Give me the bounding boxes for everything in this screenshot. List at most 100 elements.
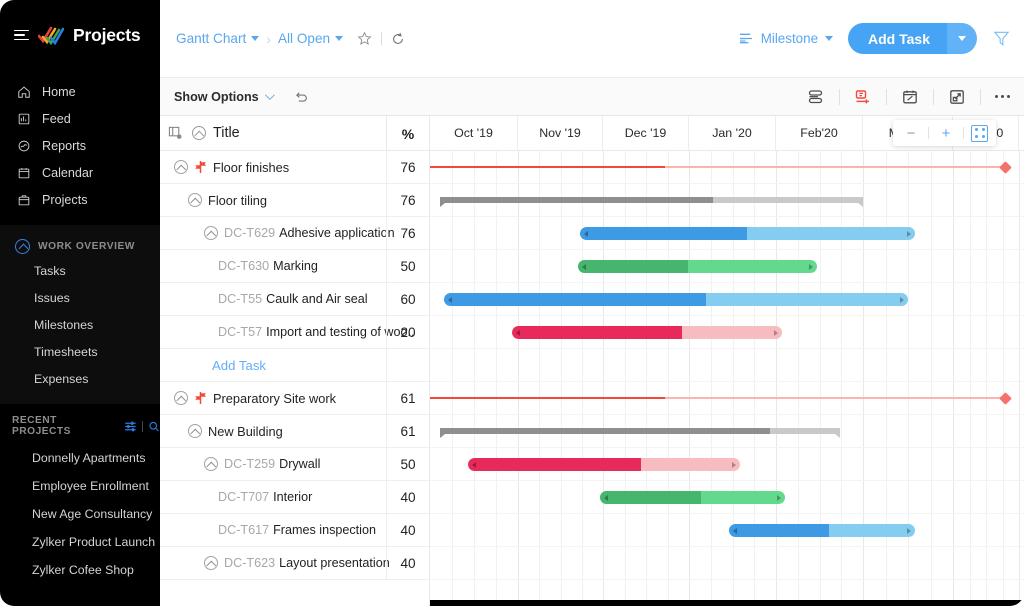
milestone-selector[interactable]: Milestone <box>739 31 834 46</box>
table-row[interactable]: Floor finishes 76 <box>160 151 429 184</box>
add-task-button[interactable]: Add Task <box>848 23 977 54</box>
add-task-row[interactable]: Add Task <box>160 349 429 382</box>
summary-bar[interactable] <box>440 428 840 438</box>
table-row[interactable]: DC-T630 Marking 50 <box>160 250 429 283</box>
task-bar[interactable] <box>578 260 817 273</box>
sidebar-item-expenses[interactable]: Expenses <box>0 365 160 392</box>
column-settings-icon[interactable] <box>168 126 183 140</box>
bar-left-handle-icon[interactable] <box>472 461 476 468</box>
chevron-up-circle-icon[interactable] <box>188 193 202 207</box>
expand-fullscreen-icon[interactable] <box>948 88 966 106</box>
timeline-row[interactable] <box>430 349 1024 382</box>
search-icon[interactable] <box>148 420 160 433</box>
task-bar[interactable] <box>468 458 740 471</box>
bar-right-handle-icon[interactable] <box>809 263 813 270</box>
table-row[interactable]: New Building 61 <box>160 415 429 448</box>
sidebar-item-home[interactable]: Home <box>0 78 160 105</box>
funnel-filter-icon[interactable] <box>993 30 1010 47</box>
chevron-up-circle-icon[interactable] <box>192 126 206 140</box>
table-row[interactable]: Preparatory Site work 61 <box>160 382 429 415</box>
bar-left-handle-icon[interactable] <box>733 527 737 534</box>
table-row[interactable]: DC-T629 Adhesive application 76 <box>160 217 429 250</box>
table-row[interactable]: DC-T55 Caulk and Air seal 60 <box>160 283 429 316</box>
sidebar-item-reports[interactable]: Reports <box>0 132 160 159</box>
milestone-progress-line[interactable] <box>430 397 1005 400</box>
bar-right-handle-icon[interactable] <box>777 494 781 501</box>
task-bar[interactable] <box>444 293 908 306</box>
sliders-filter-icon[interactable] <box>124 420 137 433</box>
bar-left-handle-icon[interactable] <box>582 263 586 270</box>
sidebar-item-issues[interactable]: Issues <box>0 284 160 311</box>
sidebar-item-feed[interactable]: Feed <box>0 105 160 132</box>
sidebar-item-calendar[interactable]: Calendar <box>0 159 160 186</box>
bar-right-handle-icon[interactable] <box>900 296 904 303</box>
task-bar-progress <box>580 227 747 240</box>
bar-left-handle-icon[interactable] <box>516 329 520 336</box>
task-bar[interactable] <box>580 227 915 240</box>
sidebar-item-projects[interactable]: Projects <box>0 186 160 213</box>
list-item[interactable]: Employee Enrollment <box>0 472 160 500</box>
sidebar-item-timesheets[interactable]: Timesheets <box>0 338 160 365</box>
reports-icon <box>18 140 30 151</box>
more-options-icon[interactable] <box>994 94 1010 99</box>
chevron-up-circle-icon[interactable] <box>204 226 218 240</box>
percent-cell: 40 <box>386 481 429 513</box>
breadcrumb-gantt-chart[interactable]: Gantt Chart <box>176 31 260 46</box>
bar-right-handle-icon[interactable] <box>732 461 736 468</box>
fit-to-screen-icon[interactable] <box>971 124 988 142</box>
refresh-icon[interactable] <box>391 32 405 46</box>
list-item[interactable]: Zylker Product Launch <box>0 528 160 556</box>
chevron-up-circle-icon[interactable] <box>204 556 218 570</box>
undo-arrow-icon[interactable] <box>294 90 309 103</box>
chevron-up-circle-icon[interactable] <box>188 424 202 438</box>
table-row[interactable]: DC-T623 Layout presentation 40 <box>160 547 429 580</box>
timeline-body[interactable] <box>430 151 1024 606</box>
bar-left-handle-icon[interactable] <box>448 296 452 303</box>
sidebar-item-label: Feed <box>42 111 71 126</box>
add-task-link[interactable]: Add Task <box>212 358 266 373</box>
bar-left-handle-icon[interactable] <box>604 494 608 501</box>
chevron-up-circle-icon[interactable] <box>174 160 188 174</box>
timeline-row[interactable] <box>430 514 1024 547</box>
chevron-down-icon <box>958 36 966 41</box>
bar-right-handle-icon[interactable] <box>774 329 778 336</box>
task-bar[interactable] <box>729 524 915 537</box>
milestone-progress-line[interactable] <box>430 166 1005 169</box>
star-outline-icon[interactable] <box>357 31 372 46</box>
table-row[interactable]: DC-T617 Frames inspection 40 <box>160 514 429 547</box>
critical-path-icon[interactable] <box>854 88 872 106</box>
calendar-edit-icon[interactable] <box>901 88 919 106</box>
milestone-completed-segment <box>430 166 665 169</box>
chevron-up-circle-icon[interactable] <box>204 457 218 471</box>
task-bar[interactable] <box>512 326 782 339</box>
sidebar-item-tasks[interactable]: Tasks <box>0 257 160 284</box>
zoom-out-button[interactable]: − <box>901 123 921 143</box>
chevron-up-circle-icon[interactable] <box>174 391 188 405</box>
list-item[interactable]: Zylker Cofee Shop <box>0 556 160 584</box>
summary-bar[interactable] <box>440 197 863 207</box>
task-bar[interactable] <box>600 491 785 504</box>
hamburger-menu-icon[interactable] <box>14 29 29 41</box>
table-row[interactable]: Floor tiling 76 <box>160 184 429 217</box>
zoom-in-button[interactable]: + <box>936 123 956 143</box>
table-row[interactable]: DC-T707 Interior 40 <box>160 481 429 514</box>
task-name: Frames inspection <box>273 523 376 537</box>
bar-right-handle-icon[interactable] <box>907 527 911 534</box>
work-overview-header[interactable]: WORK OVERVIEW <box>0 235 160 257</box>
bar-left-handle-icon[interactable] <box>584 230 588 237</box>
sidebar-item-milestones[interactable]: Milestones <box>0 311 160 338</box>
layers-group-icon[interactable] <box>807 88 825 106</box>
list-item[interactable]: Donnelly Apartments <box>0 444 160 472</box>
table-row[interactable]: DC-T57 Import and testing of woo.. 20 <box>160 316 429 349</box>
bar-right-handle-icon[interactable] <box>907 230 911 237</box>
breadcrumb-all-open[interactable]: All Open <box>278 31 344 46</box>
month-header-cell: Dec '19 <box>603 116 689 150</box>
show-options-button[interactable]: Show Options <box>174 90 275 104</box>
add-task-dropdown[interactable] <box>947 23 977 54</box>
table-row[interactable]: DC-T259 Drywall 50 <box>160 448 429 481</box>
breadcrumb-separator: › <box>266 30 271 47</box>
timeline-row[interactable] <box>430 547 1024 580</box>
chevron-up-circle-icon[interactable] <box>15 238 30 254</box>
recent-projects-title: RECENT PROJECTS <box>12 415 71 437</box>
list-item[interactable]: New Age Consultancy <box>0 500 160 528</box>
